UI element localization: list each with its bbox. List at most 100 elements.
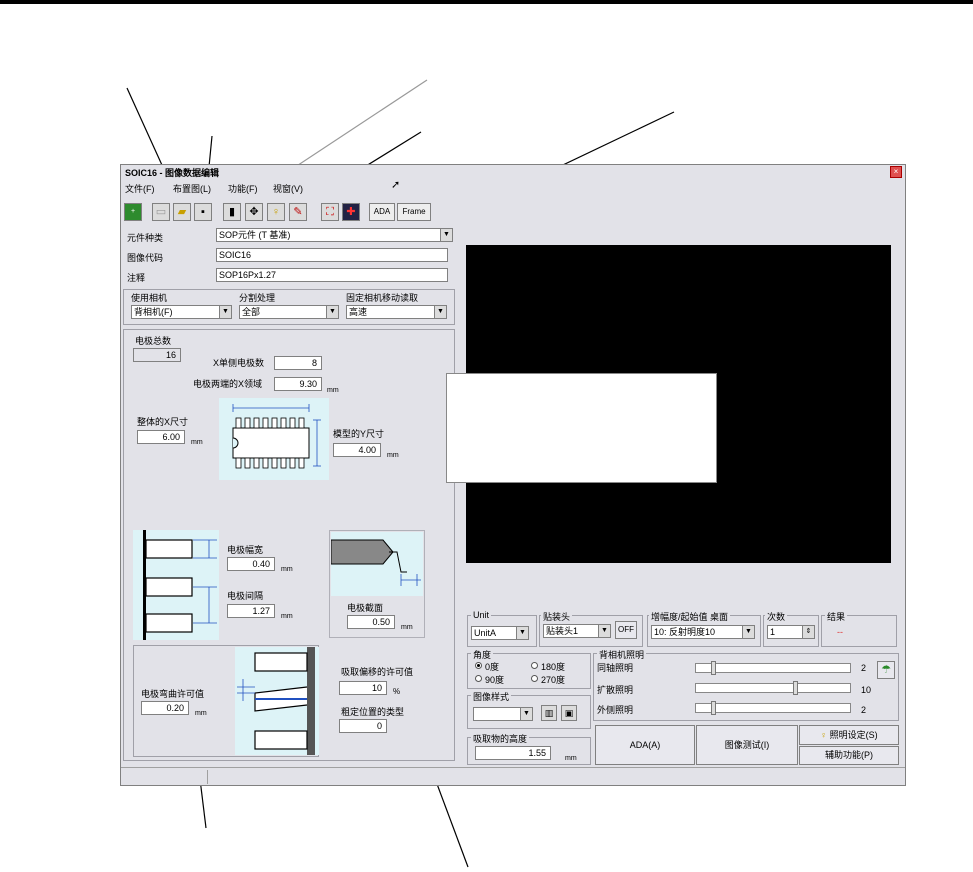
toolbar: + ▭ ▰ ▪ ▮ ✥ ♀ ✎ ⛶ ✚ ADA Frame bbox=[121, 201, 905, 223]
lamp-icon[interactable]: ☂ bbox=[877, 661, 895, 679]
mold-y-input[interactable]: 4.00 bbox=[333, 443, 381, 457]
frame-toolbar-button[interactable]: Frame bbox=[397, 203, 431, 221]
status-bar bbox=[121, 767, 905, 785]
tool-icon[interactable]: ✎ bbox=[289, 203, 307, 221]
image-mode-select[interactable]: ▼ bbox=[473, 707, 533, 721]
diffuse-label: 扩散照明 bbox=[597, 685, 634, 695]
coaxial-slider-thumb[interactable] bbox=[711, 661, 716, 675]
unit-label: mm bbox=[281, 566, 293, 573]
count-spinner[interactable]: 1 ⇕ bbox=[767, 625, 815, 639]
ada-toolbar-button[interactable]: ADA bbox=[369, 203, 395, 221]
x-span-label: 电极两端的X领域 bbox=[193, 379, 263, 389]
status-divider bbox=[207, 770, 208, 784]
menu-file[interactable]: 文件(F) bbox=[125, 182, 155, 195]
spin-arrows-icon: ⇕ bbox=[802, 626, 814, 638]
outer-slider-thumb[interactable] bbox=[711, 701, 716, 715]
electrode-width-label: 电极幅宽 bbox=[227, 545, 264, 555]
fixed-camera-select[interactable]: 高速 ▼ bbox=[346, 305, 447, 319]
grid-icon[interactable]: ✚ bbox=[342, 203, 360, 221]
result-label: 结果 bbox=[825, 610, 848, 623]
lead-pitch-diagram bbox=[133, 530, 219, 640]
fixed-camera-label: 固定相机移动读取 bbox=[346, 293, 419, 303]
diffuse-slider-thumb[interactable] bbox=[793, 681, 798, 695]
pick-offset-input[interactable]: 10 bbox=[339, 681, 387, 695]
menu-function[interactable]: 功能(F) bbox=[228, 182, 258, 195]
frame-fit-icon[interactable]: ⛶ bbox=[321, 203, 339, 221]
amplitude-select[interactable]: 10: 反射明度10 ▼ bbox=[651, 625, 755, 639]
count-label: 次数 bbox=[765, 610, 788, 623]
angle-180-radio[interactable] bbox=[531, 662, 538, 669]
bend-input[interactable]: 0.20 bbox=[141, 701, 189, 715]
x-side-input[interactable]: 8 bbox=[274, 356, 322, 370]
image-test-button[interactable]: 图像测试(I) bbox=[696, 725, 798, 765]
comment-input[interactable]: SOP16Px1.27 bbox=[216, 268, 448, 282]
diffuse-slider[interactable] bbox=[695, 681, 851, 695]
light-bulb-icon[interactable]: ♀ bbox=[267, 203, 285, 221]
unit-label: mm bbox=[387, 452, 399, 459]
outer-label: 外侧照明 bbox=[597, 705, 634, 715]
off-button[interactable]: OFF bbox=[615, 621, 637, 639]
new-data-icon[interactable]: + bbox=[124, 203, 142, 221]
body-x-input[interactable]: 6.00 bbox=[137, 430, 185, 444]
frame-icon[interactable]: ▣ bbox=[561, 705, 577, 721]
stripes-icon[interactable]: ▥ bbox=[541, 705, 557, 721]
component-icon[interactable]: ▮ bbox=[223, 203, 241, 221]
unit-value: UnitA bbox=[474, 628, 497, 638]
electrode-width-input[interactable]: 0.40 bbox=[227, 557, 275, 571]
comment-label: 注释 bbox=[127, 273, 146, 283]
chevron-down-icon: ▼ bbox=[434, 306, 446, 318]
aux-function-button[interactable]: 辅助功能(P) bbox=[799, 746, 899, 765]
use-camera-select[interactable]: 背相机(F) ▼ bbox=[131, 305, 232, 319]
outer-slider[interactable] bbox=[695, 701, 851, 715]
top-rule bbox=[0, 0, 973, 4]
back-light-label: 背相机照明 bbox=[597, 648, 647, 661]
split-select[interactable]: 全部 ▼ bbox=[239, 305, 339, 319]
electrode-pitch-label: 电极间隔 bbox=[227, 591, 264, 601]
part-type-select[interactable]: SOP元件 (T 基准) ▼ bbox=[216, 228, 453, 242]
chevron-down-icon: ▼ bbox=[326, 306, 338, 318]
ada-button[interactable]: ADA(A) bbox=[595, 725, 695, 765]
menu-bar: 文件(F) 布置图(L) 功能(F) 视窗(V) ➚ bbox=[121, 179, 905, 195]
unit-label: mm bbox=[195, 710, 207, 717]
diffuse-value: 10 bbox=[861, 685, 872, 695]
angle-90-radio[interactable] bbox=[475, 675, 482, 682]
copy-icon[interactable]: ▭ bbox=[152, 203, 170, 221]
close-button[interactable]: × bbox=[890, 166, 902, 178]
rough-pos-input[interactable]: 0 bbox=[339, 719, 387, 733]
height-label: 吸取物的高度 bbox=[471, 732, 530, 745]
angle-180-label: 180度 bbox=[541, 662, 566, 672]
coaxial-slider[interactable] bbox=[695, 661, 851, 675]
use-camera-label: 使用相机 bbox=[131, 293, 168, 303]
menu-view[interactable]: 视窗(V) bbox=[273, 182, 303, 195]
window-title: SOIC16 - 图像数据编辑 bbox=[125, 168, 220, 178]
amplitude-value: 10: 反射明度10 bbox=[654, 627, 716, 637]
mold-y-label: 模型的Y尺寸 bbox=[333, 429, 385, 439]
light-setting-button[interactable]: ♀ 照明设定(S) bbox=[799, 725, 899, 745]
height-input[interactable]: 1.55 bbox=[475, 746, 551, 760]
save-icon[interactable]: ▪ bbox=[194, 203, 212, 221]
unit-label: Unit bbox=[471, 610, 492, 620]
chevron-down-icon: ▼ bbox=[440, 229, 452, 241]
unit-label: mm bbox=[191, 439, 203, 446]
angle-0-radio[interactable] bbox=[475, 662, 482, 669]
image-data-editor-window: SOIC16 - 图像数据编辑 × 文件(F) 布置图(L) 功能(F) 视窗(… bbox=[120, 164, 906, 786]
move-icon[interactable]: ✥ bbox=[245, 203, 263, 221]
electrode-section-input[interactable]: 0.50 bbox=[347, 615, 395, 629]
angle-90-label: 90度 bbox=[485, 675, 505, 685]
open-folder-icon[interactable]: ▰ bbox=[173, 203, 191, 221]
count-value: 1 bbox=[770, 627, 776, 637]
cursor-icon: ➚ bbox=[391, 179, 401, 191]
x-side-label: X单侧电极数 bbox=[213, 358, 265, 368]
image-code-input[interactable]: SOIC16 bbox=[216, 248, 448, 262]
use-camera-value: 背相机(F) bbox=[134, 307, 173, 317]
unit-select[interactable]: UnitA ▼ bbox=[471, 626, 529, 640]
x-span-input[interactable]: 9.30 bbox=[274, 377, 322, 391]
menu-layout[interactable]: 布置图(L) bbox=[173, 182, 211, 195]
electrode-section-label: 电极截面 bbox=[347, 603, 384, 613]
head-select[interactable]: 贴装头1 ▼ bbox=[543, 624, 611, 638]
chevron-down-icon: ▼ bbox=[742, 626, 754, 638]
coaxial-value: 2 bbox=[861, 663, 867, 673]
callout-box bbox=[446, 373, 717, 483]
electrode-pitch-input[interactable]: 1.27 bbox=[227, 604, 275, 618]
angle-270-radio[interactable] bbox=[531, 675, 538, 682]
